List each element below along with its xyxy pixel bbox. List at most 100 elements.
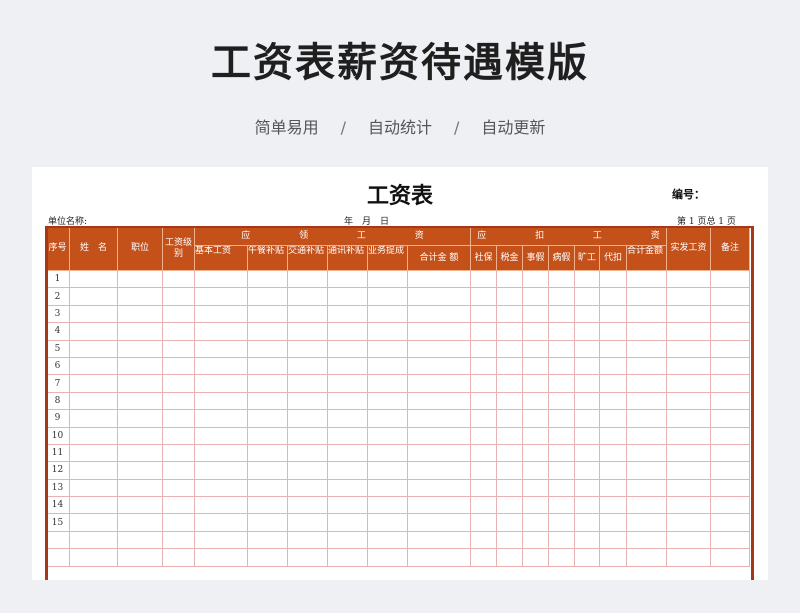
table-cell[interactable] [666,391,711,411]
table-cell[interactable] [162,374,195,393]
table-cell[interactable] [287,339,328,358]
table-cell[interactable] [496,356,523,376]
table-cell[interactable] [162,339,195,358]
table-cell[interactable] [247,548,288,567]
table-cell[interactable] [247,530,288,550]
table-cell[interactable] [162,496,195,515]
table-cell[interactable] [548,426,575,445]
table-cell[interactable] [367,426,408,445]
table-cell[interactable] [626,548,667,567]
table-cell[interactable] [367,496,408,515]
table-cell[interactable] [247,443,288,463]
table-cell[interactable] [496,269,523,289]
table-cell[interactable] [626,322,667,341]
table-cell[interactable] [548,269,575,289]
table-cell[interactable] [470,269,497,289]
table-cell[interactable] [327,461,368,480]
table-cell[interactable] [626,269,667,289]
table-cell[interactable] [117,339,163,358]
table-cell[interactable] [194,478,248,498]
table-cell[interactable] [117,374,163,393]
row-number[interactable]: 6 [45,356,70,376]
table-cell[interactable] [407,269,471,289]
table-cell[interactable] [710,356,750,376]
table-cell[interactable] [194,496,248,515]
table-cell[interactable] [522,269,549,289]
table-cell[interactable] [710,409,750,428]
table-cell[interactable] [496,322,523,341]
table-cell[interactable] [574,339,600,358]
table-cell[interactable] [710,461,750,480]
table-cell[interactable] [470,513,497,532]
table-cell[interactable] [247,409,288,428]
table-cell[interactable] [496,443,523,463]
table-cell[interactable] [548,304,575,324]
table-cell[interactable] [522,426,549,445]
table-cell[interactable] [470,548,497,567]
table-cell[interactable] [367,322,408,341]
table-cell[interactable] [407,391,471,411]
table-cell[interactable] [548,409,575,428]
table-cell[interactable] [626,287,667,306]
table-cell[interactable] [287,426,328,445]
table-cell[interactable] [367,409,408,428]
table-cell[interactable] [470,374,497,393]
table-cell[interactable] [247,374,288,393]
table-cell[interactable] [287,322,328,341]
table-cell[interactable] [574,478,600,498]
table-cell[interactable] [247,322,288,341]
table-cell[interactable] [522,443,549,463]
table-cell[interactable] [548,391,575,411]
table-cell[interactable] [666,478,711,498]
table-cell[interactable] [194,461,248,480]
table-cell[interactable] [194,356,248,376]
table-cell[interactable] [327,409,368,428]
table-cell[interactable] [327,391,368,411]
row-number[interactable]: 9 [45,409,70,428]
table-cell[interactable] [162,530,195,550]
table-cell[interactable] [407,426,471,445]
table-cell[interactable] [367,513,408,532]
table-cell[interactable] [247,513,288,532]
table-cell[interactable] [117,530,163,550]
table-cell[interactable] [69,513,118,532]
row-number[interactable] [45,530,70,550]
table-cell[interactable] [367,443,408,463]
table-cell[interactable] [599,339,627,358]
table-cell[interactable] [367,269,408,289]
table-cell[interactable] [574,269,600,289]
table-cell[interactable] [117,478,163,498]
table-cell[interactable] [407,478,471,498]
table-cell[interactable] [162,548,195,567]
table-cell[interactable] [194,548,248,567]
table-cell[interactable] [327,304,368,324]
row-number[interactable]: 15 [45,513,70,532]
table-cell[interactable] [194,409,248,428]
row-number[interactable]: 12 [45,461,70,480]
table-cell[interactable] [710,496,750,515]
table-cell[interactable] [496,478,523,498]
table-cell[interactable] [69,356,118,376]
table-cell[interactable] [327,269,368,289]
table-cell[interactable] [470,356,497,376]
table-cell[interactable] [69,496,118,515]
row-number[interactable]: 7 [45,374,70,393]
table-cell[interactable] [470,461,497,480]
table-cell[interactable] [710,478,750,498]
table-cell[interactable] [69,287,118,306]
table-cell[interactable] [666,322,711,341]
table-cell[interactable] [327,339,368,358]
table-cell[interactable] [117,356,163,376]
table-cell[interactable] [496,461,523,480]
table-cell[interactable] [522,374,549,393]
table-cell[interactable] [247,339,288,358]
table-cell[interactable] [710,530,750,550]
row-number[interactable]: 1 [45,269,70,289]
table-cell[interactable] [69,322,118,341]
table-cell[interactable] [626,461,667,480]
table-cell[interactable] [522,322,549,341]
row-number[interactable]: 3 [45,304,70,324]
row-number[interactable]: 11 [45,443,70,463]
table-cell[interactable] [287,304,328,324]
table-cell[interactable] [548,496,575,515]
